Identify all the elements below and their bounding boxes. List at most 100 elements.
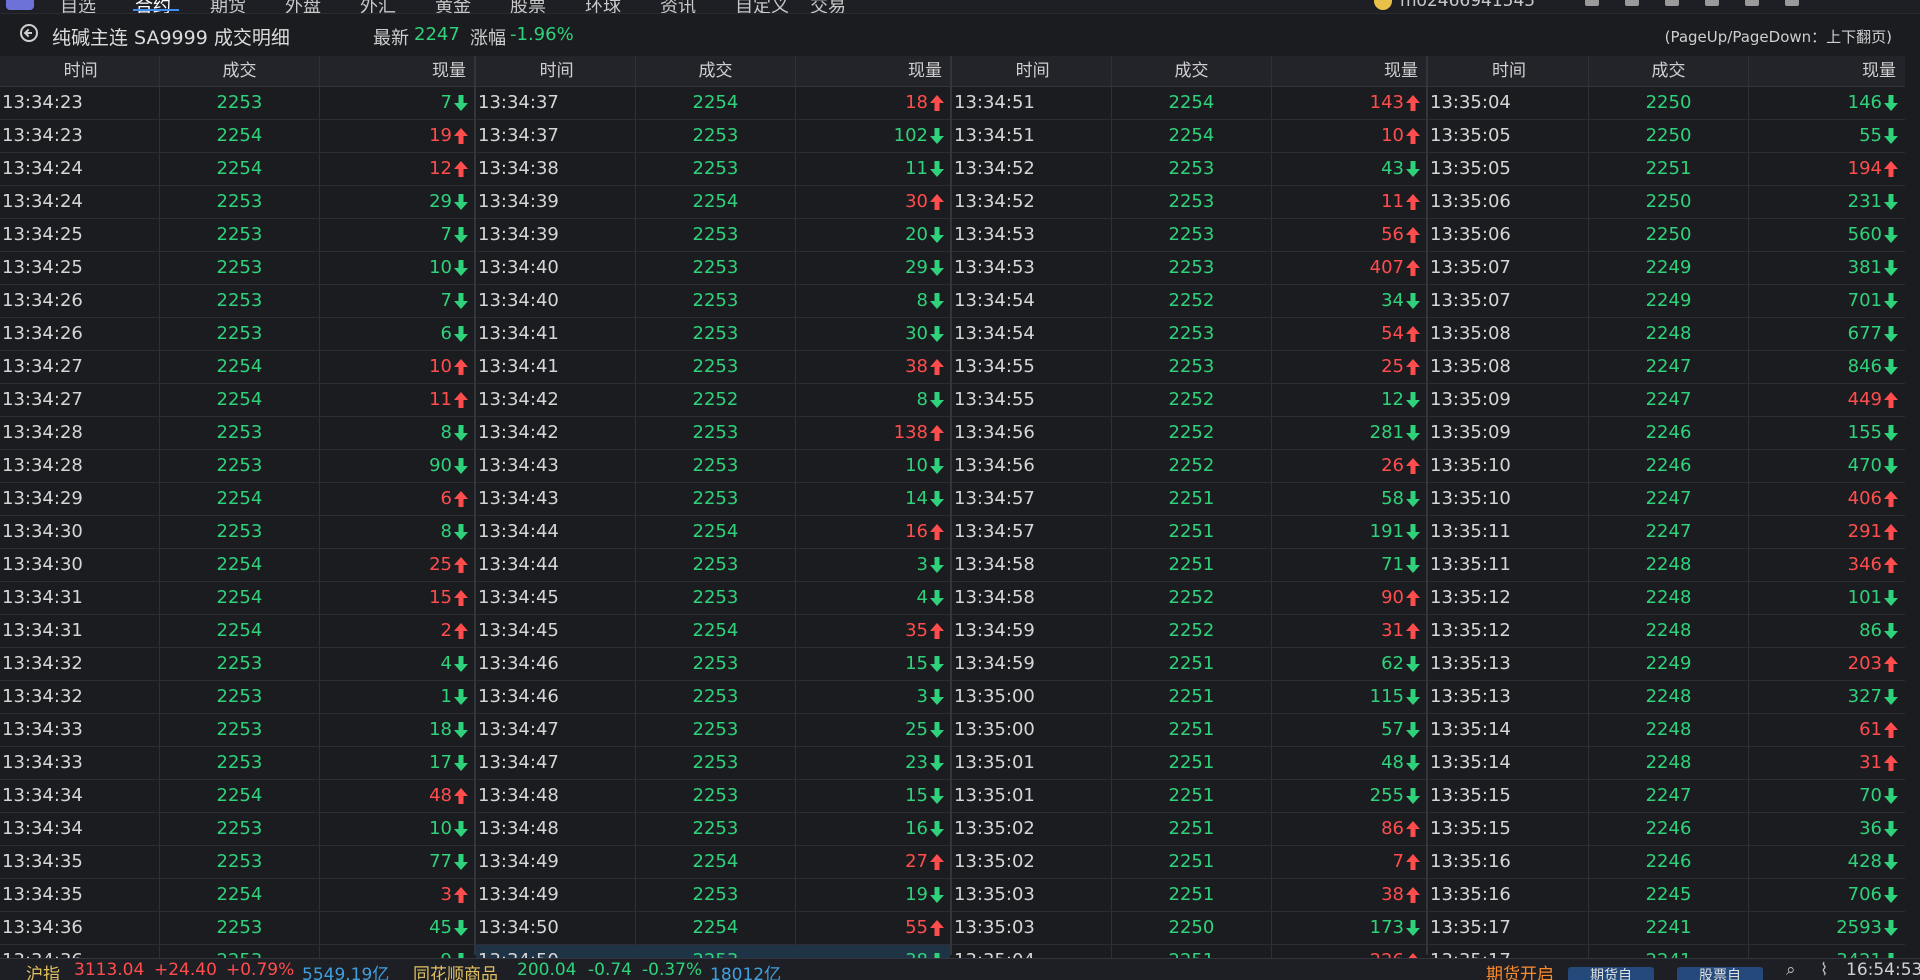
table-row[interactable]: 13:34:49 2254 27	[476, 846, 950, 879]
table-row[interactable]: 13:34:47 2253 25	[476, 714, 950, 747]
table-row[interactable]: 13:34:55 2252 12	[952, 384, 1426, 417]
table-row[interactable]: 13:35:13 2249 203	[1428, 648, 1905, 681]
table-row[interactable]: 13:34:25 2253 10	[0, 252, 474, 285]
table-row[interactable]: 13:35:16 2245 706	[1428, 879, 1905, 912]
table-row[interactable]: 13:34:37 2254 18	[476, 87, 950, 120]
table-row[interactable]: 13:35:11 2248 346	[1428, 549, 1905, 582]
table-row[interactable]: 13:35:10 2246 470	[1428, 450, 1905, 483]
nav-item[interactable]: 资讯	[660, 0, 735, 13]
table-row[interactable]: 13:35:02 2251 7	[952, 846, 1426, 879]
nav-item[interactable]: 自选	[60, 0, 135, 13]
table-row[interactable]: 13:34:32 2253 1	[0, 681, 474, 714]
table-row[interactable]: 13:34:45 2254 35	[476, 615, 950, 648]
nav-item[interactable]: 股票	[510, 0, 585, 13]
table-row[interactable]: 13:34:44 2253 3	[476, 549, 950, 582]
nav-item[interactable]: 环球	[585, 0, 660, 13]
table-row[interactable]: 13:34:37 2253 102	[476, 120, 950, 153]
table-row[interactable]: 13:34:41 2253 30	[476, 318, 950, 351]
table-row[interactable]: 13:35:13 2248 327	[1428, 681, 1905, 714]
bell-icon[interactable]	[1665, 0, 1679, 6]
nav-item[interactable]: 交易	[810, 0, 885, 13]
table-row[interactable]: 13:34:40 2253 29	[476, 252, 950, 285]
table-row[interactable]: 13:35:06 2250 560	[1428, 219, 1905, 252]
index2-name[interactable]: 同花顺商品	[413, 960, 498, 980]
table-row[interactable]: 13:34:26 2253 7	[0, 285, 474, 318]
table-row[interactable]: 13:34:45 2253 4	[476, 582, 950, 615]
table-row[interactable]: 13:34:57 2251 58	[952, 483, 1426, 516]
table-row[interactable]: 13:34:40 2253 8	[476, 285, 950, 318]
table-row[interactable]: 13:34:24 2253 29	[0, 186, 474, 219]
table-row[interactable]: 13:34:48 2253 15	[476, 780, 950, 813]
table-row[interactable]: 13:34:36 2253 45	[0, 912, 474, 945]
table-row[interactable]: 13:34:51 2254 10	[952, 120, 1426, 153]
nav-item[interactable]: 期货	[210, 0, 285, 13]
table-row[interactable]: 13:35:02 2251 86	[952, 813, 1426, 846]
table-row[interactable]: 13:34:58 2252 90	[952, 582, 1426, 615]
table-row[interactable]: 13:34:39 2253 20	[476, 219, 950, 252]
table-row[interactable]: 13:34:38 2253 11	[476, 153, 950, 186]
table-row[interactable]: 13:35:05 2251 194	[1428, 153, 1905, 186]
table-row[interactable]: 13:35:07 2249 381	[1428, 252, 1905, 285]
table-row[interactable]: 13:34:52 2253 11	[952, 186, 1426, 219]
trade-detail-grid[interactable]: 时间 成交 现量 13:34:23 2253 7 13:34:23 2254 19 13:34:2…	[0, 56, 1908, 978]
table-row[interactable]: 13:34:43 2253 10	[476, 450, 950, 483]
table-row[interactable]: 13:34:23 2253 7	[0, 87, 474, 120]
table-row[interactable]: 13:34:24 2254 12	[0, 153, 474, 186]
nav-item[interactable]: 外盘	[285, 0, 360, 13]
user-avatar-icon[interactable]	[1374, 0, 1392, 10]
table-row[interactable]: 13:34:56 2252 281	[952, 417, 1426, 450]
index1-name[interactable]: 沪指	[26, 960, 60, 980]
futures-auto-button[interactable]: 期货自	[1568, 967, 1654, 980]
table-row[interactable]: 13:34:29 2254 6	[0, 483, 474, 516]
table-row[interactable]: 13:35:14 2248 31	[1428, 747, 1905, 780]
table-row[interactable]: 13:34:49 2253 19	[476, 879, 950, 912]
table-row[interactable]: 13:34:59 2252 31	[952, 615, 1426, 648]
table-row[interactable]: 13:35:09 2246 155	[1428, 417, 1905, 450]
table-row[interactable]: 13:34:54 2252 34	[952, 285, 1426, 318]
table-row[interactable]: 13:34:28 2253 8	[0, 417, 474, 450]
table-row[interactable]: 13:34:54 2253 54	[952, 318, 1426, 351]
table-row[interactable]: 13:34:53 2253 407	[952, 252, 1426, 285]
table-row[interactable]: 13:35:16 2246 428	[1428, 846, 1905, 879]
table-row[interactable]: 13:35:06 2250 231	[1428, 186, 1905, 219]
table-row[interactable]: 13:34:32 2253 4	[0, 648, 474, 681]
table-row[interactable]: 13:34:33 2253 18	[0, 714, 474, 747]
table-row[interactable]: 13:34:23 2254 19	[0, 120, 474, 153]
table-row[interactable]: 13:35:03 2251 38	[952, 879, 1426, 912]
back-icon[interactable]	[20, 24, 38, 42]
table-row[interactable]: 13:34:59 2251 62	[952, 648, 1426, 681]
nav-item[interactable]: 合约	[135, 0, 210, 13]
table-row[interactable]: 13:35:09 2247 449	[1428, 384, 1905, 417]
table-row[interactable]: 13:34:28 2253 90	[0, 450, 474, 483]
table-row[interactable]: 13:34:34 2253 10	[0, 813, 474, 846]
table-row[interactable]: 13:35:05 2250 55	[1428, 120, 1905, 153]
stock-auto-button[interactable]: 股票自	[1677, 967, 1763, 980]
close-icon[interactable]	[1785, 0, 1799, 6]
table-row[interactable]: 13:35:04 2250 146	[1428, 87, 1905, 120]
table-row[interactable]: 13:34:48 2253 16	[476, 813, 950, 846]
table-row[interactable]: 13:34:43 2253 14	[476, 483, 950, 516]
table-row[interactable]: 13:35:11 2247 291	[1428, 516, 1905, 549]
minimize-icon[interactable]	[1705, 0, 1719, 6]
app-logo[interactable]	[6, 0, 34, 10]
table-row[interactable]: 13:34:35 2254 3	[0, 879, 474, 912]
table-row[interactable]: 13:34:30 2253 8	[0, 516, 474, 549]
table-row[interactable]: 13:34:27 2254 11	[0, 384, 474, 417]
nav-item[interactable]: 自定义	[735, 0, 810, 13]
table-row[interactable]: 13:34:42 2253 138	[476, 417, 950, 450]
table-row[interactable]: 13:34:30 2254 25	[0, 549, 474, 582]
table-row[interactable]: 13:35:08 2248 677	[1428, 318, 1905, 351]
username[interactable]: mo2466941545	[1400, 0, 1535, 11]
table-row[interactable]: 13:34:57 2251 191	[952, 516, 1426, 549]
table-row[interactable]: 13:34:27 2254 10	[0, 351, 474, 384]
table-row[interactable]: 13:34:34 2254 48	[0, 780, 474, 813]
table-row[interactable]: 13:35:00 2251 57	[952, 714, 1426, 747]
table-row[interactable]: 13:35:08 2247 846	[1428, 351, 1905, 384]
table-row[interactable]: 13:35:15 2247 70	[1428, 780, 1905, 813]
table-row[interactable]: 13:35:01 2251 48	[952, 747, 1426, 780]
table-row[interactable]: 13:34:33 2253 17	[0, 747, 474, 780]
table-row[interactable]: 13:34:51 2254 143	[952, 87, 1426, 120]
table-row[interactable]: 13:35:00 2251 115	[952, 681, 1426, 714]
table-row[interactable]: 13:34:58 2251 71	[952, 549, 1426, 582]
table-row[interactable]: 13:34:44 2254 16	[476, 516, 950, 549]
